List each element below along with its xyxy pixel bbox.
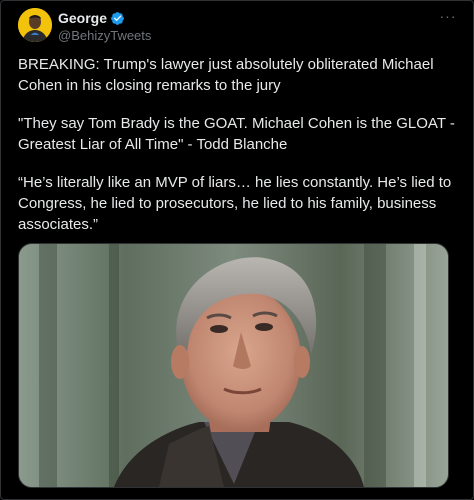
tweet-header: George @BehizyTweets ··· xyxy=(18,8,459,44)
portrait-photo-icon xyxy=(19,244,448,487)
avatar[interactable] xyxy=(18,8,52,42)
author-handle[interactable]: @BehizyTweets xyxy=(58,28,151,43)
tweet-media-photo[interactable] xyxy=(18,243,449,488)
tweet-text: BREAKING: Trump's lawyer just absolutely… xyxy=(18,54,458,252)
tweet-paragraph: "They say Tom Brady is the GOAT. Michael… xyxy=(18,115,455,153)
display-name-row: George xyxy=(58,10,151,26)
author-names: George @BehizyTweets xyxy=(58,10,151,43)
verified-badge-icon xyxy=(110,11,125,26)
tweet-card[interactable]: George @BehizyTweets ··· BREAKING: Trump… xyxy=(0,0,474,500)
more-options-icon[interactable]: ··· xyxy=(437,9,459,23)
author-display-name[interactable]: George xyxy=(58,10,107,26)
avatar-photo-icon xyxy=(18,8,52,42)
tweet-paragraph: “He’s literally like an MVP of liars… he… xyxy=(18,174,452,233)
tweet-paragraph: BREAKING: Trump's lawyer just absolutely… xyxy=(18,56,434,94)
